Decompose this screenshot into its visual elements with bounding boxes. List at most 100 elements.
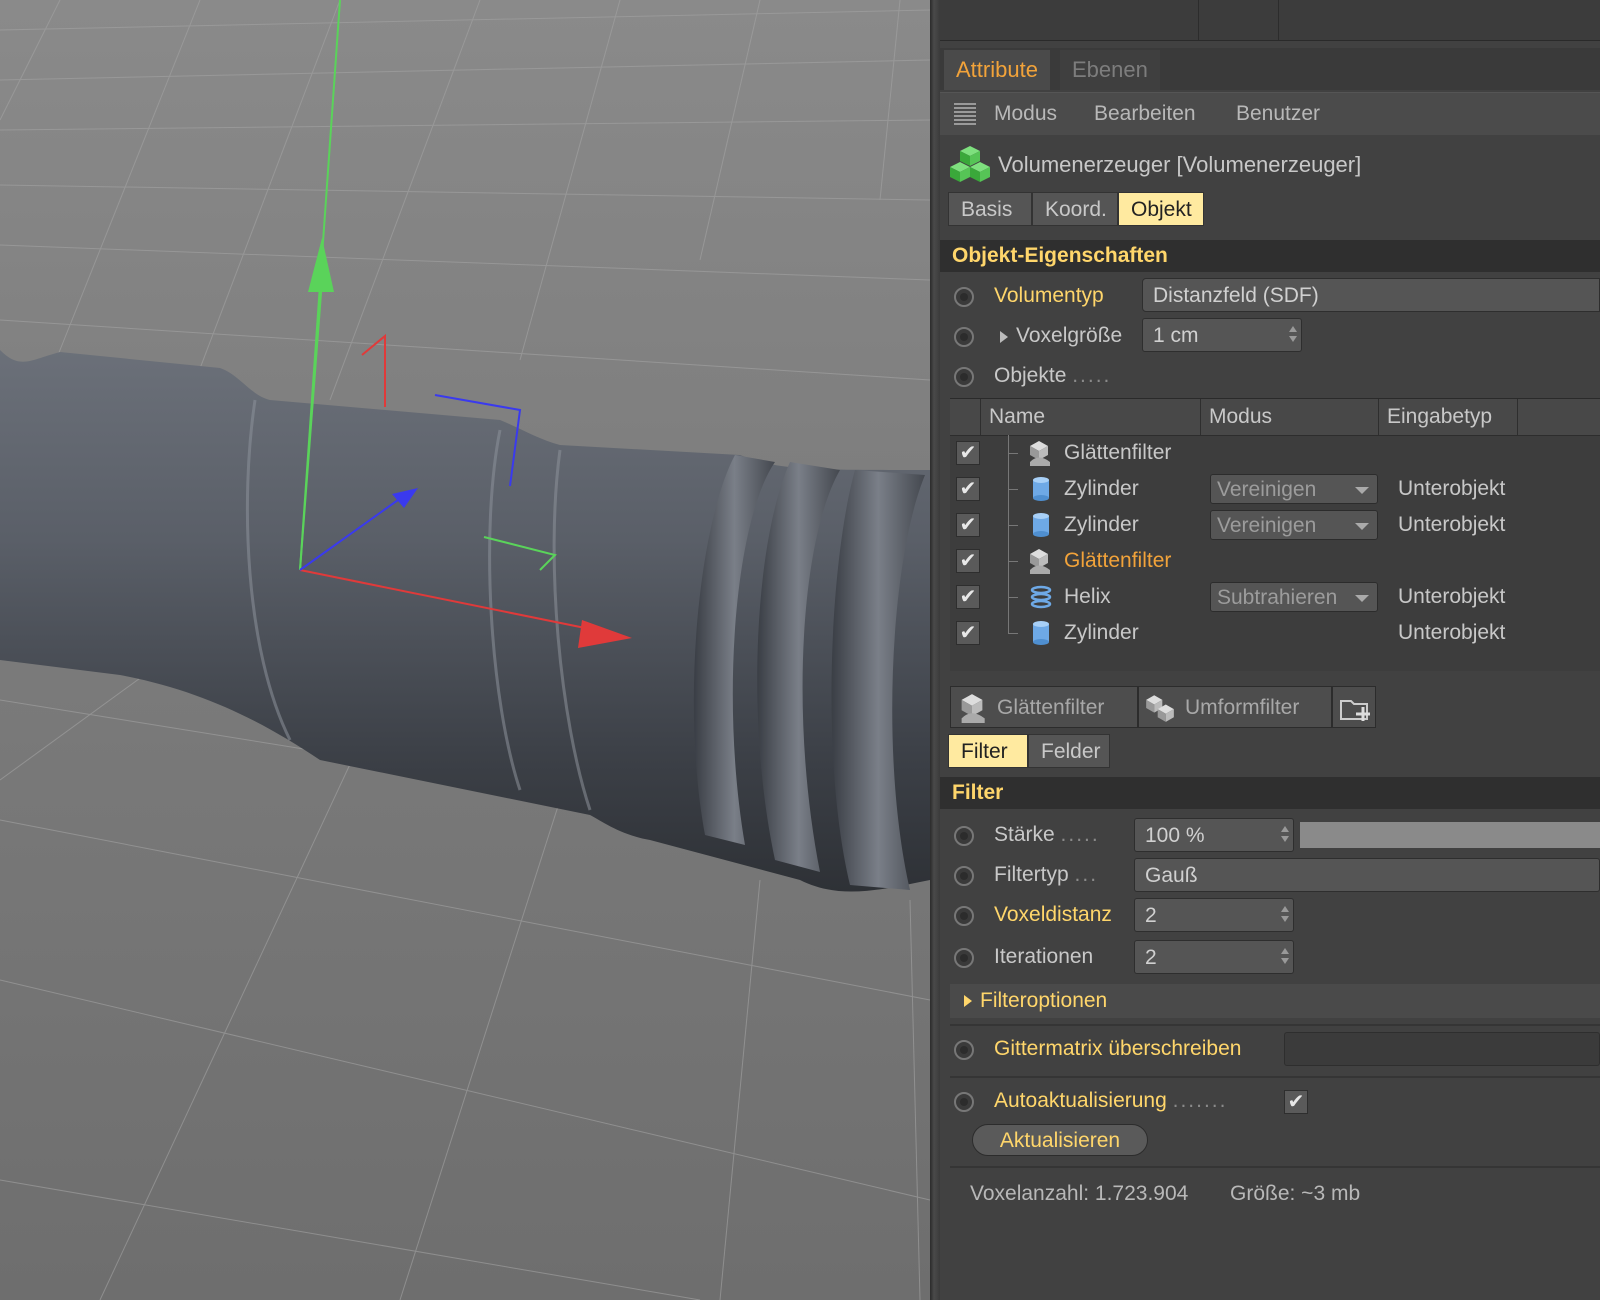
divider <box>950 1024 1600 1026</box>
row-enabled-checkbox[interactable]: ✔ <box>956 549 980 573</box>
anim-radio[interactable] <box>954 906 974 926</box>
row-eingabetyp: Unterobjekt <box>1398 513 1506 536</box>
anim-radio[interactable] <box>954 327 974 347</box>
viewport-splitter[interactable] <box>930 0 940 1300</box>
row-enabled-checkbox[interactable]: ✔ <box>956 585 980 609</box>
menu-modus[interactable]: Modus <box>994 102 1057 126</box>
row-enabled-checkbox[interactable]: ✔ <box>956 513 980 537</box>
volumentyp-dropdown[interactable]: Distanzfeld (SDF) <box>1142 278 1600 312</box>
filtertyp-dropdown[interactable]: Gauß <box>1134 858 1600 892</box>
anim-radio[interactable] <box>954 866 974 886</box>
smooth-filter-icon <box>1030 549 1050 574</box>
menu-bearbeiten[interactable]: Bearbeiten <box>1094 102 1196 126</box>
viewport-scene <box>0 0 930 1300</box>
objects-list[interactable]: Name Modus Eingabetyp ✔ Glättenfilter ✔ … <box>950 398 1600 671</box>
iterationen-input[interactable]: 2 <box>1134 940 1294 974</box>
row-name: Glättenfilter <box>1064 441 1172 464</box>
row-eingabetyp: Unterobjekt <box>1398 621 1506 644</box>
iterationen-value: 2 <box>1145 946 1157 969</box>
staerke-label: Stärke ..... <box>994 823 1100 846</box>
modus-dropdown[interactable]: Vereinigen <box>1210 510 1378 540</box>
object-header: Volumenerzeuger [Volumenerzeuger] <box>940 142 1600 186</box>
anim-radio[interactable] <box>954 287 974 307</box>
add-folder-icon <box>1340 700 1370 721</box>
table-row[interactable]: ✔ Zylinder Unterobjekt <box>950 615 1600 651</box>
modus-dropdown[interactable]: Subtrahieren <box>1210 582 1378 612</box>
volumentyp-label: Volumentyp <box>994 284 1104 307</box>
modus-dropdown[interactable]: Vereinigen <box>1210 474 1378 504</box>
tab-basis[interactable]: Basis <box>948 192 1032 226</box>
staerke-input[interactable]: 100 % <box>1134 818 1294 852</box>
tab-felder[interactable]: Felder <box>1028 734 1110 768</box>
menu-benutzer[interactable]: Benutzer <box>1236 102 1320 126</box>
divider <box>950 1076 1600 1078</box>
filtertyp-value: Gauß <box>1145 864 1198 887</box>
row-enabled-checkbox[interactable]: ✔ <box>956 621 980 645</box>
expand-triangle-icon[interactable] <box>1000 331 1008 343</box>
anim-radio[interactable] <box>954 367 974 387</box>
row-enabled-checkbox[interactable]: ✔ <box>956 441 980 465</box>
iterationen-label: Iterationen <box>994 945 1094 968</box>
filteroptionen-group[interactable]: Filteroptionen <box>950 984 1600 1018</box>
chevron-down-icon <box>1355 487 1369 494</box>
column-header-name[interactable]: Name <box>980 399 1200 435</box>
tab-objekt[interactable]: Objekt <box>1118 192 1204 226</box>
voxeldistanz-input[interactable]: 2 <box>1134 898 1294 932</box>
staerke-value: 100 % <box>1145 824 1205 847</box>
tab-ebenen[interactable]: Ebenen <box>1060 50 1160 90</box>
smooth-filter-label: Glättenfilter <box>997 696 1105 719</box>
gittermatrix-link-field[interactable] <box>1284 1032 1600 1066</box>
chevron-down-icon <box>1355 595 1369 602</box>
grid-icon[interactable] <box>954 103 976 125</box>
table-row[interactable]: ✔ Zylinder Vereinigen Unterobjekt <box>950 471 1600 507</box>
panel-top-toolbar <box>940 0 1600 41</box>
voxelgroesse-label: Voxelgröße <box>1016 324 1123 347</box>
tree-line <box>1008 561 1018 562</box>
anim-radio[interactable] <box>954 1092 974 1112</box>
column-header-modus[interactable]: Modus <box>1200 399 1378 435</box>
table-row[interactable]: ✔ Glättenfilter <box>950 543 1600 579</box>
voxelgroesse-value: 1 cm <box>1153 324 1199 347</box>
volume-builder-icon <box>950 146 990 182</box>
add-smooth-filter-button[interactable]: Glättenfilter <box>950 686 1138 728</box>
object-title: Volumenerzeuger [Volumenerzeuger] <box>998 152 1362 177</box>
aktualisieren-button[interactable]: Aktualisieren <box>972 1124 1148 1156</box>
table-row[interactable]: ✔ Zylinder Vereinigen Unterobjekt <box>950 507 1600 543</box>
staerke-slider[interactable] <box>1300 822 1600 848</box>
size-info: Größe: ~3 mb <box>1230 1182 1361 1205</box>
gittermatrix-label: Gittermatrix überschreiben <box>994 1037 1242 1060</box>
row-eingabetyp: Unterobjekt <box>1398 477 1506 500</box>
add-folder-button[interactable] <box>1332 686 1376 728</box>
expand-triangle-icon[interactable] <box>964 995 972 1007</box>
anim-radio[interactable] <box>954 826 974 846</box>
table-row[interactable]: ✔ Glättenfilter <box>950 435 1600 471</box>
row-enabled-checkbox[interactable]: ✔ <box>956 477 980 501</box>
helix-icon <box>1030 585 1052 609</box>
cylinder-icon <box>1033 621 1049 645</box>
voxelgroesse-input[interactable]: 1 cm <box>1142 318 1302 352</box>
objekte-label: Objekte ..... <box>994 364 1112 387</box>
tab-filter[interactable]: Filter <box>948 734 1028 768</box>
toolbar-segment[interactable] <box>940 0 1199 40</box>
section-filter: Filter <box>940 777 1600 809</box>
smooth-filter-icon <box>1030 441 1050 466</box>
tab-koord[interactable]: Koord. <box>1032 192 1118 226</box>
attribute-manager: Attribute Ebenen Modus Bearbeiten Benutz… <box>940 0 1600 1300</box>
3d-viewport[interactable] <box>0 0 930 1300</box>
add-reshape-filter-button[interactable]: Umformfilter <box>1138 686 1332 728</box>
row-name: Helix <box>1064 585 1111 608</box>
tree-line <box>1008 453 1018 454</box>
column-header-eingabetyp[interactable]: Eingabetyp <box>1378 399 1518 435</box>
tab-attribute[interactable]: Attribute <box>944 50 1050 90</box>
anim-radio[interactable] <box>954 1040 974 1060</box>
row-name: Zylinder <box>1064 621 1139 644</box>
voxeldistanz-value: 2 <box>1145 904 1157 927</box>
y-axis-arrow <box>308 238 334 292</box>
toolbar-segment[interactable] <box>1198 0 1279 40</box>
autoaktualisierung-checkbox[interactable]: ✔ <box>1284 1090 1308 1114</box>
smooth-filter-icon <box>961 694 985 723</box>
tree-line <box>1008 489 1018 490</box>
table-row[interactable]: ✔ Helix Subtrahieren Unterobjekt <box>950 579 1600 615</box>
anim-radio[interactable] <box>954 948 974 968</box>
cylinder-icon <box>1033 477 1049 501</box>
